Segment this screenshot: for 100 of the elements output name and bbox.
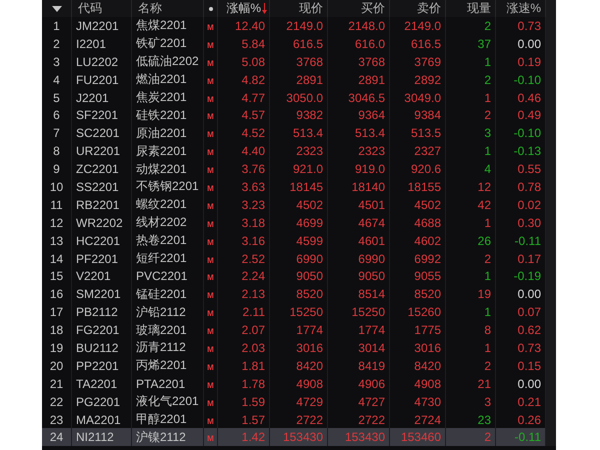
quote-row[interactable]: 4 FU2201 燃油2201 M 4.82 2891 2891 2892 2 -0.10: [42, 70, 556, 89]
volume: 1: [484, 340, 491, 355]
column-header[interactable]: 买价: [361, 0, 385, 17]
quote-row[interactable]: 17 PB2112 沪铅2112 M 2.11 15250 15250 15260 1 0.07: [42, 303, 556, 322]
last-price: 4699: [296, 216, 323, 230]
contract-name: 沥青2112: [136, 339, 186, 356]
quote-row[interactable]: 3 LU2202 低硫油2202 M 5.08 3768 3768 3769 1 0.19: [42, 52, 556, 71]
quote-row[interactable]: 21 TA2201 PTA2201 M 1.78 4908 4906 4908 21 0.00: [42, 374, 556, 393]
last-price: 9050: [296, 269, 323, 284]
market-flag-label: M: [207, 112, 214, 122]
row-number: 6: [53, 108, 60, 122]
quote-row[interactable]: 7 SC2201 原油2201 M 4.52 513.4 513.4 513.5 3 -0.10: [42, 124, 556, 142]
column-header[interactable]: 名称: [138, 0, 162, 17]
last-price: 4599: [296, 234, 323, 248]
change-speed: 0.00: [518, 287, 541, 302]
quote-row[interactable]: 15 V2201 PVC2201 M 2.24 9050 9050 9055 1 -0.19: [42, 267, 556, 286]
last-price: 2323: [296, 144, 323, 158]
row-number: 12: [50, 216, 64, 230]
quote-row[interactable]: 6 SF2201 硅铁2201 M 4.57 9382 9364 9384 2 0.49: [42, 106, 556, 124]
ask-price: 9384: [414, 108, 441, 122]
last-price: 1774: [296, 323, 323, 338]
row-number: 5: [53, 90, 60, 104]
ask-price: 616.5: [410, 36, 441, 51]
volume: 1: [484, 305, 491, 320]
contract-name: PTA2201: [136, 376, 186, 391]
change-percent: 4.77: [242, 90, 265, 104]
quote-row[interactable]: 9 ZC2201 动煤2201 M 3.76 921.0 919.0 920.6 4 0.55: [42, 160, 556, 178]
sort-arrow-icon: [262, 3, 267, 14]
dropdown-icon[interactable]: [52, 6, 62, 12]
column-header[interactable]: 现价: [299, 0, 323, 17]
ask-price: 3016: [414, 340, 441, 355]
quote-row[interactable]: 16 SM2201 锰硅2201 M 2.13 8520 8514 8520 19 0.00: [42, 285, 556, 304]
change-percent: 1.42: [242, 430, 265, 444]
volume: 2: [484, 358, 491, 373]
quote-row[interactable]: 24 NI2112 沪镍2112 M 1.42 153430 153430 153460 2 -0.11: [42, 428, 556, 446]
market-flag-label: M: [207, 362, 214, 372]
volume: 42: [478, 198, 491, 212]
column-header[interactable]: 卖价: [417, 0, 441, 17]
quote-row[interactable]: 19 BU2112 沥青2112 M 2.03 3016 3014 3016 1 0.73: [42, 339, 556, 357]
volume: 23: [478, 412, 491, 427]
last-price: 153430: [282, 430, 323, 444]
quote-row[interactable]: 10 SS2201 不锈钢2201 M 3.63 18145 18140 18155 12 0.78: [42, 178, 556, 196]
column-header[interactable]: 代码: [78, 0, 102, 17]
column-header[interactable]: 现量: [467, 0, 491, 17]
quote-row[interactable]: 12 WR2202 线材2202 M 3.18 4699 4674 4688 1 0.30: [42, 214, 556, 232]
change-percent: 4.82: [242, 72, 265, 87]
row-number: 21: [50, 376, 64, 391]
market-flag-label: M: [207, 344, 214, 354]
change-speed: 0.46: [518, 90, 541, 104]
change-speed: 0.26: [518, 412, 541, 427]
ask-price: 6992: [414, 252, 441, 266]
contract-name: 沪铅2112: [136, 304, 186, 321]
contract-name: 焦煤2201: [136, 17, 187, 34]
quote-row[interactable]: 2 I2201 铁矿2201 M 5.84 616.5 616.0 616.5 37 0.00: [42, 34, 556, 53]
contract-name: PVC2201: [136, 269, 188, 284]
last-price: 18145: [290, 180, 323, 194]
change-percent: 4.52: [242, 126, 265, 140]
change-speed: 0.07: [518, 305, 541, 320]
contract-name: 短纤2201: [136, 250, 187, 268]
row-number: 10: [50, 180, 64, 194]
row-number: 17: [50, 305, 64, 320]
market-flag-label: M: [207, 148, 214, 158]
row-number: 8: [53, 144, 60, 158]
quote-row[interactable]: 1 JM2201 焦煤2201 M 12.40 2149.0 2148.0 2149.0 2 0.73: [42, 17, 556, 35]
quote-row[interactable]: 13 HC2201 热卷2201 M 3.16 4599 4601 4602 26 -0.11: [42, 232, 556, 250]
quote-row[interactable]: 5 J2201 焦炭2201 M 4.77 3050.0 3046.5 3049.0 1 0.46: [42, 88, 556, 106]
contract-code: SC2201: [76, 126, 120, 140]
change-percent: 4.40: [242, 144, 265, 158]
volume: 2: [484, 430, 491, 444]
bid-price: 616.0: [354, 36, 385, 51]
row-number: 13: [50, 234, 64, 248]
change-speed: 0.73: [518, 18, 541, 33]
change-speed: 0.15: [518, 358, 541, 373]
bid-price: 9050: [358, 269, 385, 284]
column-header[interactable]: 涨幅%: [226, 0, 261, 17]
row-number: 7: [53, 126, 60, 140]
last-price: 4908: [296, 376, 323, 391]
change-speed: 0.49: [518, 108, 541, 122]
column-header[interactable]: 涨速%: [506, 0, 541, 17]
contract-name: 锰硅2201: [136, 286, 187, 303]
quote-row[interactable]: 20 PP2201 丙烯2201 M 1.81 8420 8419 8420 2 0.15: [42, 356, 556, 375]
quote-row[interactable]: 22 PG2201 液化气2201 M 1.59 4729 4727 4730 3 0.21: [42, 392, 556, 411]
ask-price: 4602: [414, 234, 441, 248]
ask-price: 3769: [414, 54, 441, 69]
contract-name: 丙烯2201: [136, 357, 187, 374]
market-flag-label: M: [207, 58, 214, 68]
change-percent: 2.13: [242, 287, 265, 302]
change-percent: 3.18: [242, 216, 265, 230]
quote-row[interactable]: 8 UR2201 尿素2201 M 4.40 2323 2323 2327 1 -0.13: [42, 142, 556, 160]
quote-row[interactable]: 14 PF2201 短纤2201 M 2.52 6990 6990 6992 2 0.17: [42, 250, 556, 268]
contract-code: SM2201: [76, 287, 121, 302]
bid-price: 2323: [358, 144, 385, 158]
dot-icon: [208, 6, 212, 10]
bid-price: 919.0: [354, 162, 385, 176]
quote-row[interactable]: 11 RB2201 螺纹2201 M 3.23 4502 4501 4502 42 0.02: [42, 196, 556, 214]
quote-row[interactable]: 18 FG2201 玻璃2201 M 2.07 1774 1774 1775 8 0.62: [42, 321, 556, 340]
last-price: 3768: [296, 54, 323, 69]
contract-code: TA2201: [76, 376, 118, 391]
market-flag-label: M: [207, 380, 214, 390]
market-flag-label: M: [207, 184, 214, 193]
